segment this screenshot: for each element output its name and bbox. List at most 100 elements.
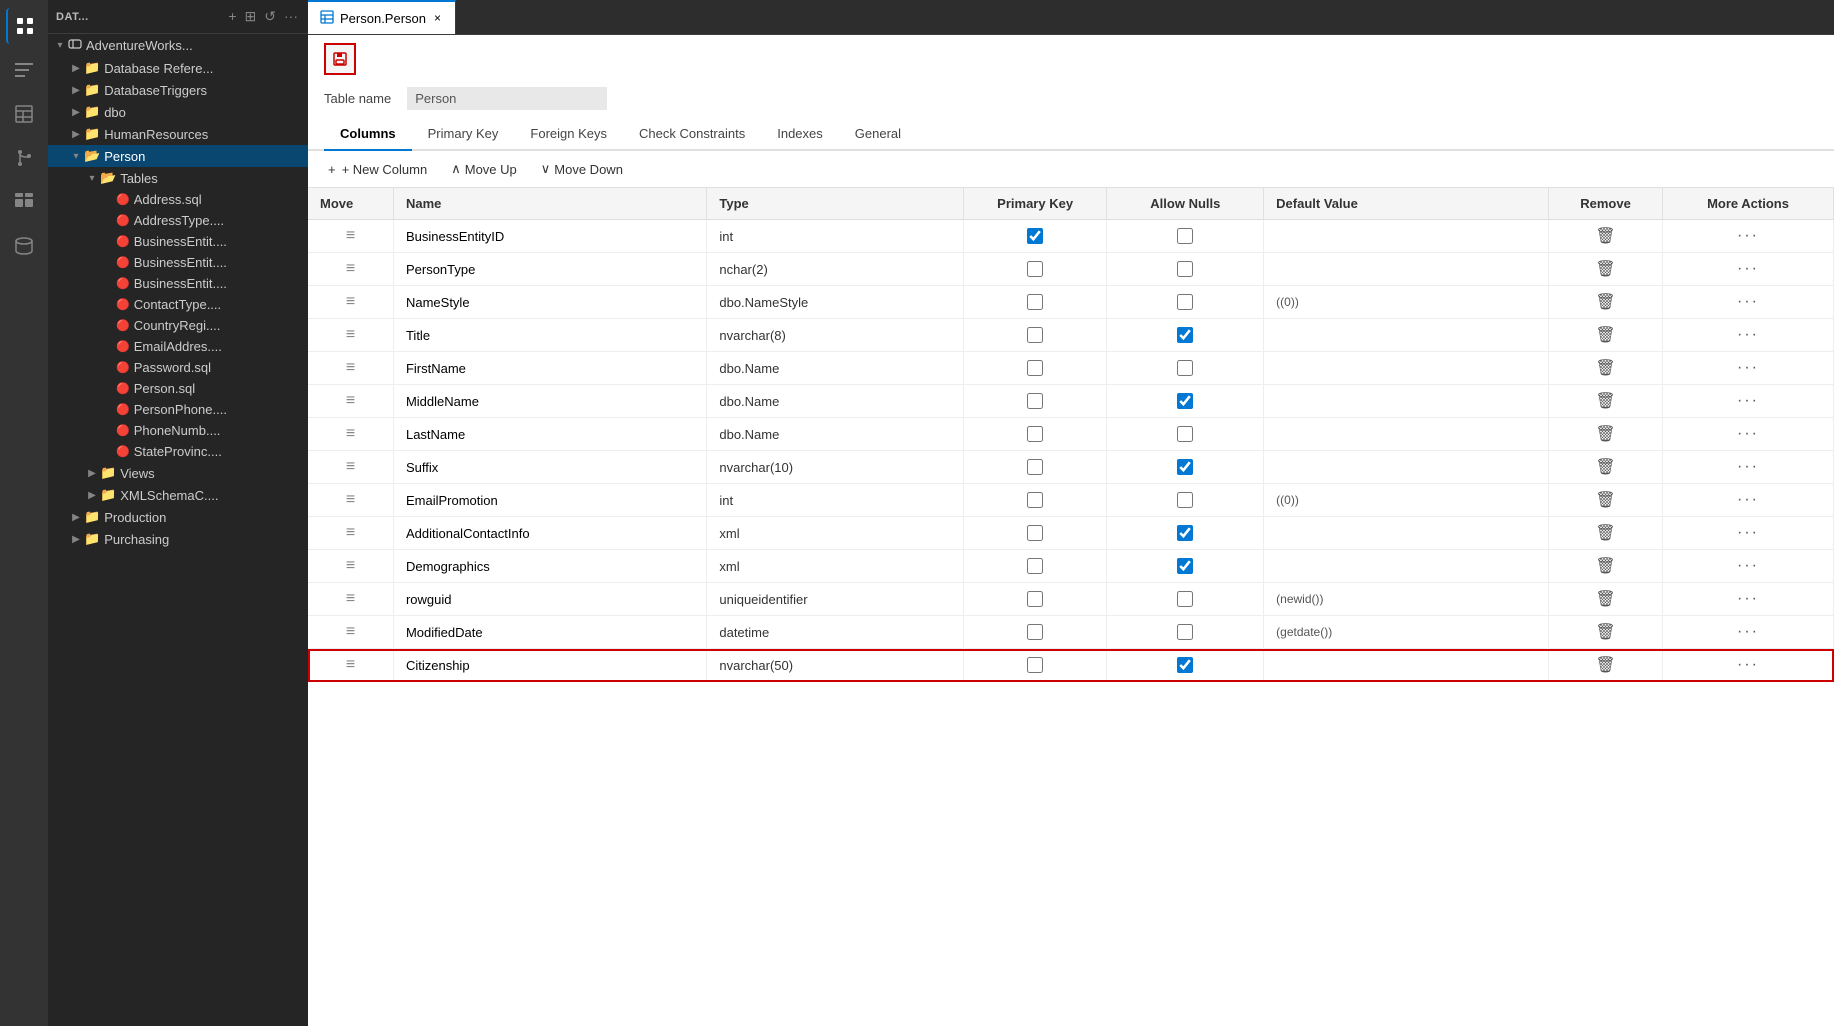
tree-item-emailaddres[interactable]: ▶ 🔴 EmailAddres.... [48,336,308,357]
tab-indexes[interactable]: Indexes [761,118,839,151]
move-handle-icon[interactable]: ≡ [346,491,355,508]
more-options-icon[interactable]: ··· [282,6,300,27]
primarykey-checkbox[interactable] [1027,591,1043,607]
move-handle-icon[interactable]: ≡ [346,260,355,277]
tree-item-tables[interactable]: ▾ 📂 Tables [48,167,308,189]
person-person-tab[interactable]: Person.Person × [308,0,456,34]
remove-button[interactable]: 🗑 [1561,391,1650,411]
cell-remove[interactable]: 🗑 [1549,649,1663,682]
tab-checkconstraints[interactable]: Check Constraints [623,118,761,151]
primarykey-checkbox[interactable] [1027,657,1043,673]
cell-moreactions[interactable]: ··· [1663,418,1834,451]
move-handle-icon[interactable]: ≡ [346,326,355,343]
allownulls-checkbox[interactable] [1177,261,1193,277]
tree-item-person-sql[interactable]: ▶ 🔴 Person.sql [48,378,308,399]
tree-item-personphone[interactable]: ▶ 🔴 PersonPhone.... [48,399,308,420]
cell-primarykey[interactable] [963,385,1107,418]
cell-moreactions[interactable]: ··· [1663,319,1834,352]
cell-allownulls[interactable] [1107,484,1264,517]
cell-allownulls[interactable] [1107,286,1264,319]
cell-moreactions[interactable]: ··· [1663,286,1834,319]
tree-item-person[interactable]: ▾ 📂 Person [48,145,308,167]
open-folder-icon[interactable]: ⊞ [243,6,259,27]
allownulls-checkbox[interactable] [1177,657,1193,673]
tab-columns[interactable]: Columns [324,118,412,151]
allownulls-checkbox[interactable] [1177,459,1193,475]
move-handle-icon[interactable]: ≡ [346,557,355,574]
move-handle-icon[interactable]: ≡ [346,392,355,409]
move-handle-icon[interactable]: ≡ [346,590,355,607]
more-actions-button[interactable]: ··· [1737,293,1759,310]
more-actions-button[interactable]: ··· [1737,491,1759,508]
cell-remove[interactable]: 🗑 [1549,451,1663,484]
remove-button[interactable]: 🗑 [1561,325,1650,345]
cell-move[interactable]: ≡ [308,418,393,451]
allownulls-checkbox[interactable] [1177,591,1193,607]
cell-remove[interactable]: 🗑 [1549,418,1663,451]
primarykey-checkbox[interactable] [1027,624,1043,640]
cell-allownulls[interactable] [1107,319,1264,352]
tree-item-businessentit3[interactable]: ▶ 🔴 BusinessEntit.... [48,273,308,294]
cell-allownulls[interactable] [1107,550,1264,583]
tree-item-password[interactable]: ▶ 🔴 Password.sql [48,357,308,378]
cell-primarykey[interactable] [963,352,1107,385]
allownulls-checkbox[interactable] [1177,624,1193,640]
table-name-input[interactable] [407,87,607,110]
remove-button[interactable]: 🗑 [1561,259,1650,279]
tree-item-dbref[interactable]: ▶ 📁 Database Refere... [48,57,308,79]
tree-item-humanresources[interactable]: ▶ 📁 HumanResources [48,123,308,145]
move-handle-icon[interactable]: ≡ [346,293,355,310]
cell-primarykey[interactable] [963,550,1107,583]
remove-button[interactable]: 🗑 [1561,292,1650,312]
more-actions-button[interactable]: ··· [1737,392,1759,409]
primarykey-checkbox[interactable] [1027,558,1043,574]
cell-remove[interactable]: 🗑 [1549,286,1663,319]
more-actions-button[interactable]: ··· [1737,227,1759,244]
more-actions-button[interactable]: ··· [1737,656,1759,673]
cell-move[interactable]: ≡ [308,517,393,550]
more-actions-button[interactable]: ··· [1737,326,1759,343]
cell-primarykey[interactable] [963,451,1107,484]
primarykey-checkbox[interactable] [1027,360,1043,376]
cell-remove[interactable]: 🗑 [1549,616,1663,649]
move-handle-icon[interactable]: ≡ [346,359,355,376]
primarykey-checkbox[interactable] [1027,261,1043,277]
tree-item-address[interactable]: ▶ 🔴 Address.sql [48,189,308,210]
tab-close-button[interactable]: × [432,9,443,27]
cell-move[interactable]: ≡ [308,253,393,286]
cell-moreactions[interactable]: ··· [1663,517,1834,550]
cell-allownulls[interactable] [1107,253,1264,286]
cell-remove[interactable]: 🗑 [1549,583,1663,616]
cell-moreactions[interactable]: ··· [1663,220,1834,253]
cell-moreactions[interactable]: ··· [1663,616,1834,649]
cell-primarykey[interactable] [963,220,1107,253]
cell-allownulls[interactable] [1107,451,1264,484]
remove-button[interactable]: 🗑 [1561,622,1650,642]
cell-moreactions[interactable]: ··· [1663,649,1834,682]
cell-allownulls[interactable] [1107,616,1264,649]
remove-button[interactable]: 🗑 [1561,655,1650,675]
cell-remove[interactable]: 🗑 [1549,517,1663,550]
primarykey-checkbox[interactable] [1027,393,1043,409]
tree-item-dbtriggers[interactable]: ▶ 📁 DatabaseTriggers [48,79,308,101]
cell-allownulls[interactable] [1107,583,1264,616]
git-activity-icon[interactable] [6,140,42,176]
cell-move[interactable]: ≡ [308,583,393,616]
tree-item-phonenumb[interactable]: ▶ 🔴 PhoneNumb.... [48,420,308,441]
cell-remove[interactable]: 🗑 [1549,550,1663,583]
allownulls-checkbox[interactable] [1177,294,1193,310]
allownulls-checkbox[interactable] [1177,228,1193,244]
cell-primarykey[interactable] [963,418,1107,451]
primarykey-checkbox[interactable] [1027,327,1043,343]
more-actions-button[interactable]: ··· [1737,524,1759,541]
cell-remove[interactable]: 🗑 [1549,385,1663,418]
save-button[interactable] [324,43,356,75]
cell-move[interactable]: ≡ [308,550,393,583]
cell-moreactions[interactable]: ··· [1663,583,1834,616]
add-connection-icon[interactable]: + [226,6,238,27]
more-actions-button[interactable]: ··· [1737,359,1759,376]
tree-item-purchasing[interactable]: ▶ 📁 Purchasing [48,528,308,550]
tree-item-xmlschemac[interactable]: ▶ 📁 XMLSchemaC.... [48,484,308,506]
tree-item-production[interactable]: ▶ 📁 Production [48,506,308,528]
new-column-button[interactable]: + + New Column [324,160,431,179]
